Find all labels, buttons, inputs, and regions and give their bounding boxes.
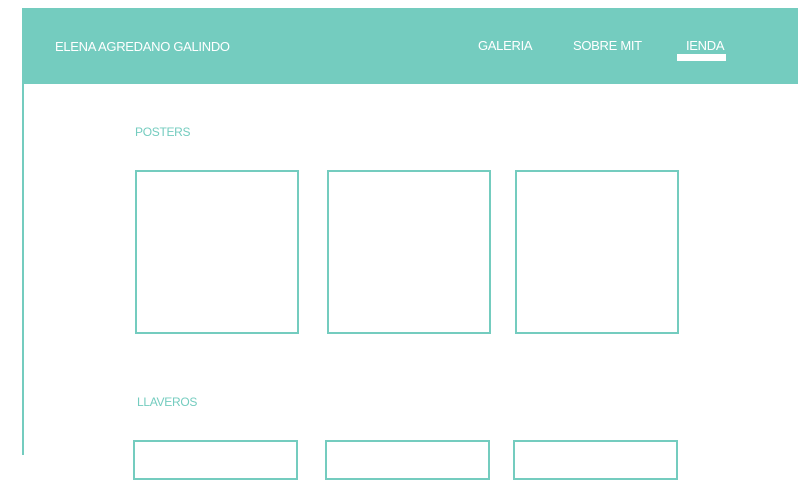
nav-item-sobre-mi[interactable]: SOBRE MIT	[573, 38, 642, 53]
site-header: ELENA AGREDANO GALINDO GALERIA SOBRE MIT…	[22, 8, 798, 84]
keychain-item-3[interactable]	[513, 440, 678, 480]
poster-item-1[interactable]	[135, 170, 299, 334]
poster-item-3[interactable]	[515, 170, 679, 334]
section-title-llaveros: LLAVEROS	[137, 395, 198, 409]
active-nav-indicator	[677, 54, 726, 61]
section-title-posters: POSTERS	[135, 125, 191, 139]
poster-item-2[interactable]	[327, 170, 491, 334]
keychain-item-1[interactable]	[133, 440, 298, 480]
keychain-item-2[interactable]	[325, 440, 490, 480]
site-title[interactable]: ELENA AGREDANO GALINDO	[55, 39, 230, 54]
nav-item-tienda[interactable]: IENDA	[686, 38, 725, 53]
nav-item-galeria[interactable]: GALERIA	[478, 38, 533, 53]
